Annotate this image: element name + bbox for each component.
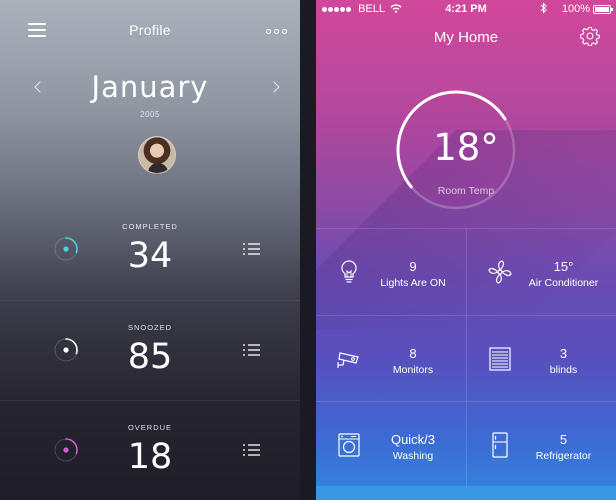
stat-snoozed[interactable]: SNOOZED 85 <box>0 300 300 400</box>
profile-header: Profile <box>0 0 300 60</box>
bottom-strip <box>316 486 616 500</box>
stat-label: OVERDUE <box>127 423 173 432</box>
page-title: My Home <box>433 29 499 46</box>
temperature-label: Room Temp <box>437 185 495 197</box>
list-icon[interactable] <box>243 443 261 457</box>
device-name: Air Conditioner <box>528 277 599 289</box>
divider <box>300 0 316 500</box>
home-screen: BELL 4:21 PM 100% My Home 18° Room Temp <box>316 0 616 500</box>
device-count: 5 <box>559 432 568 447</box>
device-count: 3 <box>559 346 568 361</box>
device-tile-monitors[interactable]: 8 Monitors <box>316 315 466 401</box>
page-title: Profile <box>129 22 171 38</box>
device-grid: 9 Lights Are ON 15° Air Conditioner 8 Mo… <box>316 228 616 500</box>
stat-label: COMPLETED <box>122 222 178 231</box>
device-tile-refrigerator[interactable]: 5 Refrigerator <box>466 401 616 487</box>
device-count: 8 <box>409 346 417 361</box>
stat-label: SNOOZED <box>127 323 173 332</box>
device-tile-blinds[interactable]: 3 blinds <box>466 315 616 401</box>
list-icon[interactable] <box>243 242 261 256</box>
device-name: Washing <box>392 450 434 462</box>
stat-overdue[interactable]: OVERDUE 18 <box>0 400 300 500</box>
more-options-icon[interactable] <box>266 29 288 35</box>
device-name: Lights Are ON <box>380 277 446 289</box>
device-tile-air-conditioner[interactable]: 15° Air Conditioner <box>466 229 616 315</box>
device-name: Refrigerator <box>535 450 592 462</box>
month-title: January <box>91 70 209 104</box>
battery-icon <box>593 5 613 14</box>
stat-completed[interactable]: COMPLETED 34 <box>0 200 300 300</box>
gear-icon[interactable] <box>580 26 600 46</box>
profile-screen: Profile January 2005 COMPLETED 34 SNOOZE… <box>0 0 300 500</box>
status-bar: BELL 4:21 PM 100% <box>316 0 616 20</box>
battery-percent: 100% <box>561 3 590 15</box>
device-count: Quick/3 <box>390 432 436 447</box>
device-name: blinds <box>549 364 578 376</box>
year-label: 2005 <box>140 110 160 119</box>
device-tile-washing[interactable]: Quick/3 Washing <box>316 401 466 487</box>
device-count: 15° <box>553 259 574 274</box>
device-count: 9 <box>409 259 417 274</box>
avatar[interactable] <box>138 136 176 174</box>
device-tile-lights[interactable]: 9 Lights Are ON <box>316 229 466 315</box>
device-name: Monitors <box>392 364 434 376</box>
list-icon[interactable] <box>243 343 261 357</box>
temperature-value: 18° <box>433 126 499 169</box>
bluetooth-icon <box>540 2 547 14</box>
